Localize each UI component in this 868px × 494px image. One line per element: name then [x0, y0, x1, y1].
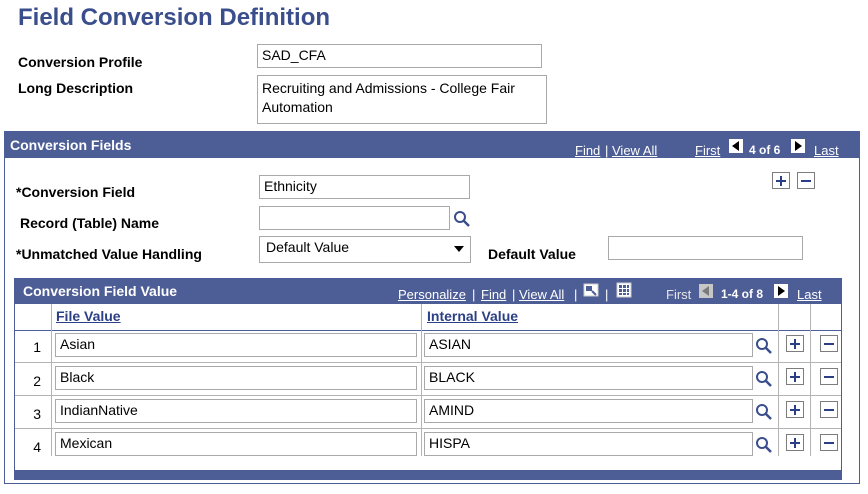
unmatched-value-selected: Default Value [266, 239, 350, 255]
zoom-icon[interactable] [583, 283, 599, 297]
delete-row-icon[interactable] [820, 335, 838, 352]
last-link[interactable]: Last [814, 143, 839, 158]
search-icon[interactable] [453, 210, 471, 228]
long-description-label: Long Description [18, 80, 134, 96]
page-title: Field Conversion Definition [18, 4, 331, 31]
conversion-field-label: *Conversion Field [16, 184, 136, 200]
chevron-down-icon [454, 246, 464, 252]
search-icon[interactable] [755, 370, 773, 388]
delete-row-icon[interactable] [820, 401, 838, 418]
column-header-file-value[interactable]: File Value [56, 308, 121, 324]
conversion-profile-label: Conversion Profile [18, 54, 143, 70]
file-value-input[interactable]: IndianNative [55, 399, 417, 423]
personalize-link[interactable]: Personalize [398, 287, 466, 302]
conversion-fields-title: Conversion Fields [10, 137, 132, 153]
search-icon[interactable] [755, 337, 773, 355]
delete-row-icon[interactable] [820, 434, 838, 451]
unmatched-value-dropdown[interactable]: Default Value [259, 236, 471, 263]
separator: | [512, 287, 516, 302]
file-value-input[interactable]: Mexican [55, 432, 417, 456]
add-row-icon[interactable] [786, 434, 804, 451]
grid-footer [15, 470, 841, 479]
delete-row-icon[interactable] [820, 368, 838, 385]
separator: | [472, 287, 476, 302]
row-number: 4 [33, 439, 41, 455]
row-number: 1 [33, 339, 41, 355]
view-all-link[interactable]: View All [612, 143, 657, 158]
column-header-internal-value[interactable]: Internal Value [427, 308, 518, 324]
grid-next-arrow-icon[interactable] [774, 284, 788, 298]
conversion-profile-field[interactable]: SAD_CFA [257, 44, 542, 68]
column-header-row: File Value Internal Value [15, 304, 841, 331]
internal-value-input[interactable]: BLACK [424, 366, 753, 390]
conversion-fields-header: Conversion Fields Find | View All First … [5, 132, 859, 158]
record-name-label: Record (Table) Name [20, 215, 159, 231]
add-row-icon[interactable] [786, 368, 804, 385]
grid-view-all-link[interactable]: View All [519, 287, 564, 302]
row-number: 2 [33, 373, 41, 389]
search-icon[interactable] [755, 403, 773, 421]
grid-previous-arrow-icon [699, 284, 713, 298]
previous-arrow-icon[interactable] [729, 139, 743, 153]
grid-last-link[interactable]: Last [797, 287, 822, 302]
add-row-icon[interactable] [786, 335, 804, 352]
delete-row-icon[interactable] [797, 172, 815, 189]
find-link[interactable]: Find [575, 143, 600, 158]
grid-page-indicator: 1-4 of 8 [721, 287, 764, 301]
next-arrow-icon[interactable] [791, 139, 805, 153]
default-value-input[interactable] [608, 236, 803, 260]
internal-value-input[interactable]: ASIAN [424, 333, 753, 357]
separator: | [574, 287, 578, 302]
add-row-icon[interactable] [786, 401, 804, 418]
add-row-icon[interactable] [772, 172, 790, 189]
internal-value-input[interactable]: HISPA [424, 432, 753, 456]
table-row: 1 Asian ASIAN [15, 329, 841, 362]
long-description-field[interactable]: Recruiting and Admissions - College Fair… [257, 75, 547, 124]
row-number: 3 [33, 406, 41, 422]
table-row: 2 Black BLACK [15, 363, 841, 396]
grid-title: Conversion Field Value [23, 283, 178, 299]
table-row: 4 Mexican HISPA [15, 429, 841, 462]
table-row: 3 IndianNative AMIND [15, 396, 841, 429]
unmatched-value-label: *Unmatched Value Handling [16, 246, 202, 262]
first-link[interactable]: First [695, 143, 720, 158]
separator: | [605, 143, 609, 158]
download-grid-icon[interactable] [616, 282, 632, 298]
search-icon[interactable] [755, 436, 773, 454]
internal-value-input[interactable]: AMIND [424, 399, 753, 423]
record-name-input[interactable] [259, 206, 450, 230]
separator: | [605, 287, 609, 302]
grid-first-label: First [666, 287, 692, 302]
default-value-label: Default Value [488, 246, 576, 262]
grid-header: Conversion Field Value Personalize | Fin… [15, 279, 841, 304]
conversion-field-input[interactable]: Ethnicity [259, 175, 470, 199]
page-indicator: 4 of 6 [749, 143, 781, 157]
grid-find-link[interactable]: Find [481, 287, 506, 302]
file-value-input[interactable]: Asian [55, 333, 417, 357]
conversion-field-value-grid: Conversion Field Value Personalize | Fin… [14, 278, 842, 480]
file-value-input[interactable]: Black [55, 366, 417, 390]
